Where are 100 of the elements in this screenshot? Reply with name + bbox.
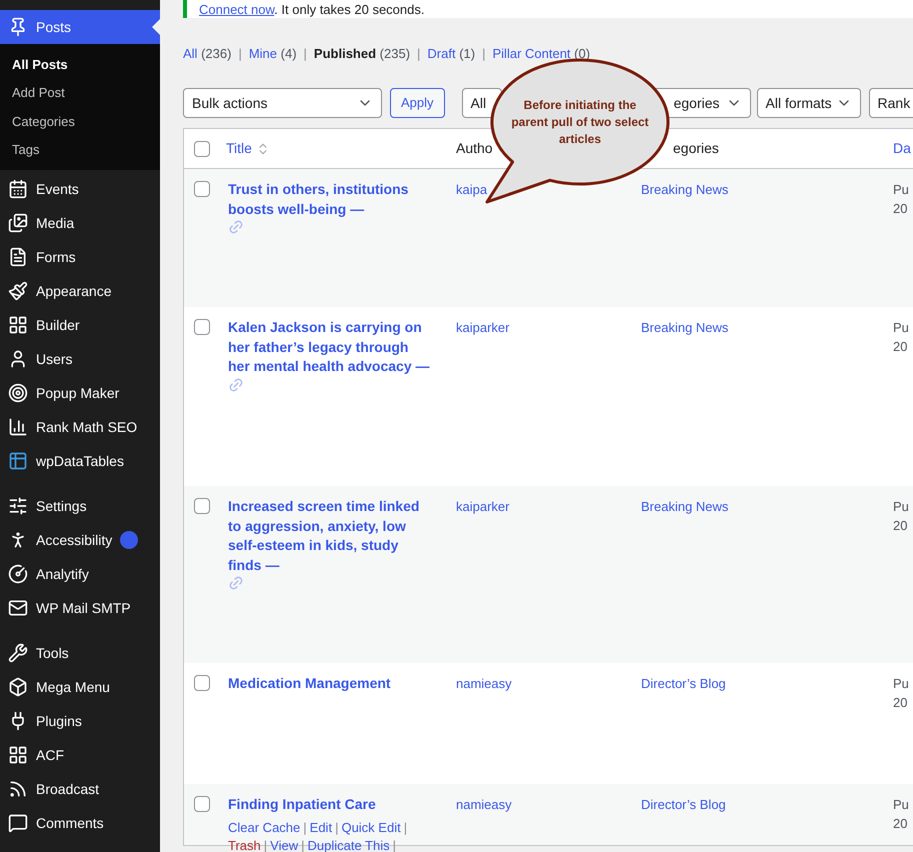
paintbrush-icon bbox=[8, 281, 28, 301]
sidebar-item[interactable]: Appearance bbox=[36, 280, 112, 302]
sidebar-item[interactable]: Tools bbox=[36, 642, 69, 664]
sidebar-item[interactable]: Comments bbox=[36, 812, 104, 834]
sliders-icon bbox=[8, 496, 28, 516]
author-link[interactable]: kaiparker bbox=[456, 499, 510, 514]
date-text: 20 bbox=[893, 694, 908, 712]
current-pointer bbox=[152, 19, 160, 35]
format-select[interactable]: All formats bbox=[756, 88, 861, 118]
sidebar-item[interactable]: Forms bbox=[36, 246, 76, 268]
row-action-link[interactable]: View bbox=[270, 838, 298, 852]
sidebar-item[interactable]: Plugins bbox=[36, 710, 82, 732]
post-title-link[interactable]: Trust in others, institutions boosts well-being — bbox=[228, 180, 433, 219]
date-text: 20 bbox=[893, 200, 908, 218]
bar-chart-icon bbox=[8, 417, 28, 437]
row-action-link[interactable]: Clear Cache bbox=[228, 820, 300, 834]
author-link[interactable]: kaipa bbox=[456, 182, 488, 197]
sidebar-item[interactable]: Events bbox=[36, 178, 79, 200]
row-checkbox[interactable] bbox=[194, 675, 210, 691]
sidebar-item[interactable]: Broadcast bbox=[36, 778, 100, 800]
wrench-icon bbox=[8, 643, 28, 663]
target-icon bbox=[8, 383, 28, 403]
submenu-item[interactable]: Tags bbox=[12, 140, 40, 160]
sidebar-item[interactable]: wpDataTables bbox=[36, 450, 124, 472]
date-text: Pu bbox=[893, 796, 909, 814]
row-checkbox[interactable] bbox=[194, 319, 210, 335]
checkbox[interactable] bbox=[194, 140, 210, 156]
grid-icon bbox=[8, 745, 28, 765]
author-link[interactable]: namieasy bbox=[456, 797, 512, 812]
submenu-item[interactable]: Add Post bbox=[12, 83, 65, 102]
table-icon bbox=[8, 451, 28, 471]
date-text: 20 bbox=[893, 338, 908, 356]
submenu-item[interactable]: All Posts bbox=[12, 54, 68, 74]
column-header[interactable]: Da bbox=[893, 140, 911, 156]
connect-link[interactable]: Connect now bbox=[199, 2, 274, 17]
post-title-link[interactable]: Kalen Jackson is carrying on her father’s legacy through her mental health advocacy — bbox=[228, 318, 433, 376]
category-link[interactable]: Director’s Blog bbox=[641, 797, 726, 812]
category-link[interactable]: Director’s Blog bbox=[641, 676, 726, 691]
sidebar-item[interactable]: WP Mail SMTP bbox=[36, 598, 131, 618]
mail-icon bbox=[8, 598, 28, 618]
sidebar-item[interactable]: Settings bbox=[36, 496, 87, 516]
images-icon bbox=[8, 213, 28, 233]
date-text: 20 bbox=[893, 517, 908, 535]
author-link[interactable]: namieasy bbox=[456, 676, 512, 691]
view-filter-link[interactable]: Draft (1) bbox=[427, 44, 476, 64]
sidebar-item[interactable]: Mega Menu bbox=[36, 676, 110, 698]
column-header: Autho bbox=[456, 140, 493, 156]
sidebar-item[interactable]: Analytify bbox=[36, 564, 89, 584]
document-icon bbox=[8, 247, 28, 267]
calendar-icon bbox=[8, 179, 28, 199]
separator: | bbox=[264, 838, 268, 852]
row-checkbox[interactable] bbox=[194, 181, 210, 197]
separator: | bbox=[301, 838, 304, 852]
view-filter-link[interactable]: Mine (4) bbox=[248, 44, 297, 64]
notice-text: Connect now. It only takes 20 seconds. bbox=[199, 2, 424, 18]
author-link[interactable]: kaiparker bbox=[456, 320, 510, 335]
row-action-link[interactable]: Duplicate This bbox=[307, 838, 390, 852]
date-text: Pu bbox=[893, 319, 909, 337]
post-title-link[interactable]: Medication Management bbox=[228, 674, 391, 694]
grid-icon bbox=[8, 315, 28, 335]
row-action-link[interactable]: Edit bbox=[310, 820, 332, 834]
sidebar-item[interactable]: Users bbox=[36, 348, 73, 370]
box-icon bbox=[8, 677, 28, 697]
separator: | bbox=[392, 838, 396, 852]
row-checkbox[interactable] bbox=[194, 498, 210, 514]
category-link[interactable]: Breaking News bbox=[641, 499, 728, 514]
sidebar-item-current[interactable]: Posts bbox=[0, 10, 160, 44]
bulk-actions-select[interactable]: Bulk actions bbox=[183, 88, 382, 118]
post-title-link[interactable]: Finding Inpatient Care bbox=[228, 795, 376, 814]
date-text: 20 bbox=[893, 815, 908, 833]
sidebar-item[interactable]: Rank Math SEO bbox=[36, 416, 138, 438]
view-filter-link[interactable]: All (236) bbox=[183, 44, 232, 64]
submenu-item[interactable]: Categories bbox=[12, 112, 75, 131]
separator: | bbox=[302, 45, 308, 64]
apply-button[interactable]: Apply bbox=[390, 88, 445, 118]
gauge-icon bbox=[8, 564, 28, 584]
row-checkbox[interactable] bbox=[194, 796, 210, 812]
date-text: Pu bbox=[893, 498, 909, 516]
post-title-link[interactable]: Increased screen time linked to aggression, anxiety, low self-esteem in kids, study finds — bbox=[228, 497, 433, 575]
date-text: Pu bbox=[893, 675, 909, 693]
row-action-link[interactable]: Quick Edit bbox=[341, 820, 401, 834]
separator: | bbox=[237, 45, 243, 64]
comment-icon bbox=[8, 813, 28, 833]
separator: | bbox=[335, 820, 338, 834]
category-link[interactable]: Breaking News bbox=[641, 182, 728, 197]
sidebar-item[interactable]: Accessibility bbox=[36, 530, 112, 550]
sidebar-item[interactable]: Popup Maker bbox=[36, 382, 120, 404]
view-filter-link[interactable]: Published (235) bbox=[314, 44, 410, 64]
row-action-link[interactable]: Trash bbox=[228, 838, 261, 852]
separator: | bbox=[404, 820, 408, 834]
separator: | bbox=[303, 820, 307, 834]
sidebar-item[interactable]: Media bbox=[36, 212, 74, 234]
rss-icon bbox=[8, 779, 28, 799]
category-link[interactable]: Breaking News bbox=[641, 320, 728, 335]
sidebar-item[interactable]: ACF bbox=[36, 744, 64, 766]
sidebar-item[interactable]: Builder bbox=[36, 314, 80, 336]
rank-select[interactable]: Rank bbox=[868, 88, 913, 118]
column-header[interactable]: Title bbox=[226, 138, 252, 159]
column-header: egories bbox=[673, 140, 719, 156]
separator: | bbox=[416, 45, 422, 64]
